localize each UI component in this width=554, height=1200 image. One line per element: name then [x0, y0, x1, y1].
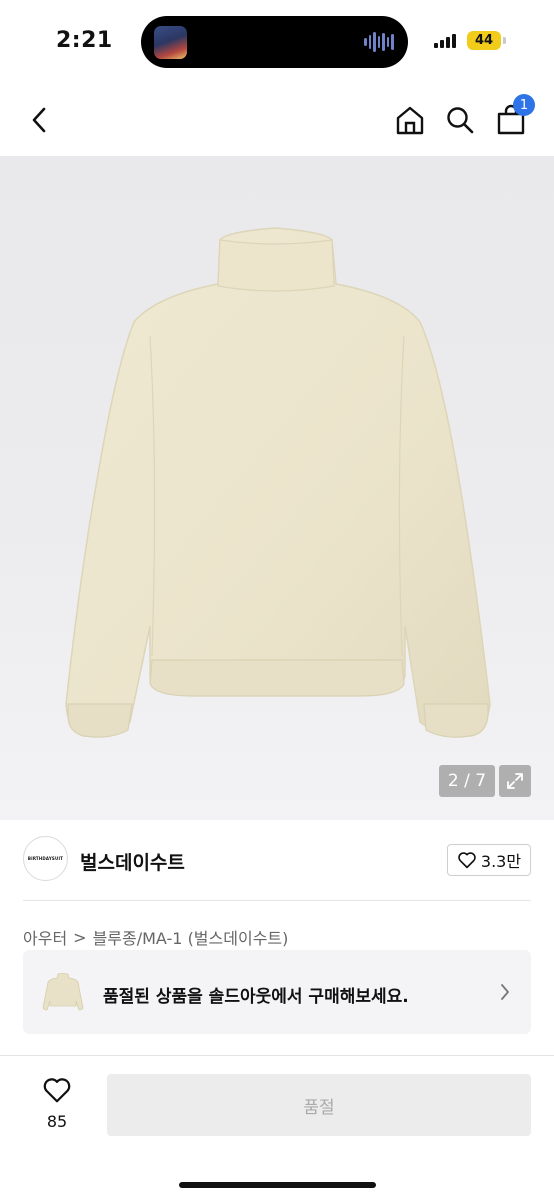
shop-logo-text: BIRTHDAYSUIT [27, 856, 64, 861]
heart-icon [43, 1078, 71, 1103]
home-indicator [179, 1182, 376, 1188]
nav-bar: 1 [0, 92, 554, 148]
breadcrumb-category[interactable]: 아우터 [23, 925, 67, 949]
home-icon [396, 106, 424, 135]
soldout-banner[interactable]: 품절된 상품을 솔드아웃에서 구매해보세요. [23, 950, 531, 1034]
status-bar: 2:21 44 [0, 0, 554, 84]
breadcrumb-separator: > [73, 927, 87, 947]
shop-row[interactable]: BIRTHDAYSUIT 벌스데이수트 3.3만 [0, 836, 554, 884]
bottom-action-bar: 85 품절 [0, 1055, 554, 1200]
home-button[interactable] [390, 100, 430, 140]
search-icon [447, 107, 474, 134]
audio-wave-icon [364, 32, 395, 52]
dynamic-island[interactable] [141, 16, 408, 68]
soldout-thumbnail [42, 973, 84, 1011]
wishlist-count: 85 [46, 1112, 68, 1131]
back-icon [32, 107, 46, 133]
breadcrumb: 아우터 > 블루종/MA-1 (벌스데이수트) [23, 925, 288, 949]
cart-button[interactable]: 1 [491, 94, 535, 140]
image-counter: 2 / 7 [439, 765, 495, 797]
breadcrumb-subcategory[interactable]: 블루종/MA-1 (벌스데이수트) [93, 925, 289, 949]
cart-count-badge: 1 [513, 94, 535, 116]
battery-cap [503, 37, 506, 44]
product-image [65, 227, 491, 738]
divider [23, 900, 531, 901]
signal-icon [434, 34, 456, 48]
shop-name[interactable]: 벌스데이수트 [80, 848, 185, 875]
battery-indicator: 44 [467, 31, 501, 50]
expand-button[interactable] [499, 765, 531, 797]
wishlist-button[interactable]: 85 [30, 1076, 84, 1131]
heart-icon [458, 852, 476, 869]
shop-like-count: 3.3만 [480, 852, 522, 871]
now-playing-artwork [154, 26, 187, 59]
soldout-banner-text: 품절된 상품을 솔드아웃에서 구매해보세요. [103, 987, 409, 1007]
shop-like-button[interactable]: 3.3만 [447, 844, 531, 876]
back-button[interactable] [20, 100, 60, 140]
chevron-right-icon [501, 984, 509, 1000]
product-image-gallery[interactable]: 2 / 7 [0, 156, 554, 820]
expand-icon [507, 773, 523, 789]
status-time: 2:21 [56, 28, 113, 53]
buy-button[interactable]: 품절 [107, 1074, 531, 1136]
shop-logo[interactable]: BIRTHDAYSUIT [23, 836, 68, 881]
search-button[interactable] [440, 100, 480, 140]
